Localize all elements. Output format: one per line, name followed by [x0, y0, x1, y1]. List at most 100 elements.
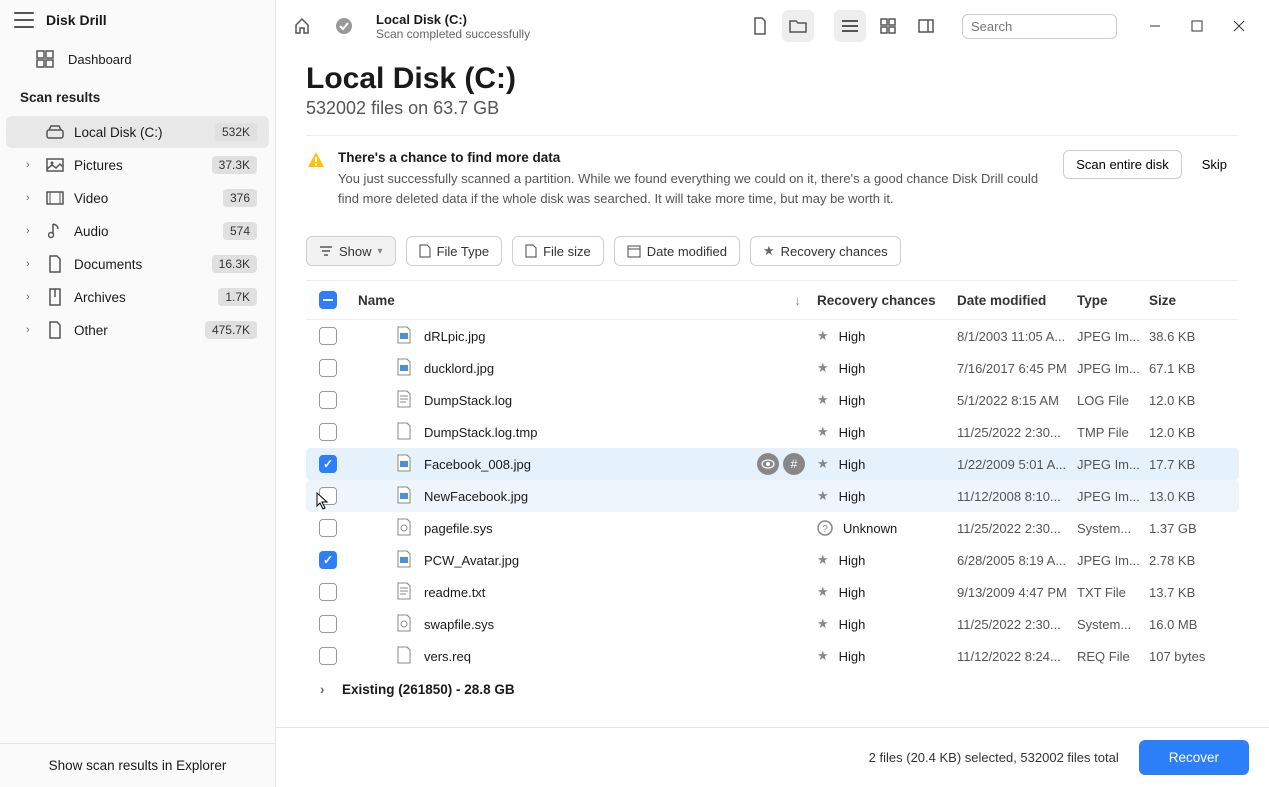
preview-icon[interactable]: [757, 453, 779, 475]
recovery-value: High: [839, 489, 866, 504]
folder-view-button[interactable]: [782, 10, 814, 42]
svg-text:?: ?: [822, 524, 828, 535]
table-row[interactable]: vers.req ★High 11/12/2022 8:24... REQ Fi…: [306, 640, 1239, 672]
recovery-chances-filter[interactable]: ★Recovery chances: [750, 236, 901, 266]
sidebar-item-label: Documents: [74, 257, 202, 272]
list-view-button[interactable]: [834, 10, 866, 42]
row-checkbox[interactable]: [319, 391, 337, 409]
col-size[interactable]: Size: [1149, 293, 1239, 308]
dashboard-link[interactable]: Dashboard: [0, 40, 275, 82]
star-icon: ★: [817, 552, 829, 568]
table-row[interactable]: DumpStack.log.tmp ★High 11/25/2022 2:30.…: [306, 416, 1239, 448]
close-button[interactable]: [1219, 10, 1259, 42]
hex-icon[interactable]: #: [783, 453, 805, 475]
size-value: 107 bytes: [1149, 649, 1239, 664]
file-icon: [396, 646, 414, 666]
sidebar-item-pictures[interactable]: › Pictures 37.3K: [6, 149, 269, 181]
file-name: swapfile.sys: [424, 617, 494, 632]
show-filter[interactable]: Show ▾: [306, 236, 396, 266]
table-row[interactable]: NewFacebook.jpg ★High 11/12/2008 8:10...…: [306, 480, 1239, 512]
date-modified-filter[interactable]: Date modified: [614, 236, 740, 266]
col-name[interactable]: Name↓: [350, 293, 817, 308]
sidebar-item-video[interactable]: › Video 376: [6, 182, 269, 214]
file-type-filter[interactable]: File Type: [406, 236, 503, 266]
row-checkbox[interactable]: [319, 327, 337, 345]
recovery-value: High: [839, 585, 866, 600]
select-all-checkbox[interactable]: [319, 291, 337, 309]
sidebar-item-documents[interactable]: › Documents 16.3K: [6, 248, 269, 280]
file-table: Name↓ Recovery chances Date modified Typ…: [306, 280, 1239, 707]
table-row[interactable]: pagefile.sys ?Unknown 11/25/2022 2:30...…: [306, 512, 1239, 544]
row-checkbox[interactable]: [319, 455, 337, 473]
file-icon: [396, 422, 414, 442]
table-row[interactable]: dRLpic.jpg ★High 8/1/2003 11:05 A... JPE…: [306, 320, 1239, 352]
sidebar-item-label: Audio: [74, 224, 213, 239]
home-button[interactable]: [286, 10, 318, 42]
size-value: 38.6 KB: [1149, 329, 1239, 344]
table-row[interactable]: Facebook_008.jpg # ★High 1/22/2009 5:01 …: [306, 448, 1239, 480]
sidebar: Disk Drill Dashboard Scan results Local …: [0, 0, 276, 787]
sidebar-item-local-disk-c-[interactable]: Local Disk (C:) 532K: [6, 116, 269, 148]
footer: 2 files (20.4 KB) selected, 532002 files…: [276, 727, 1269, 787]
star-icon: ★: [817, 456, 829, 472]
file-name: readme.txt: [424, 585, 485, 600]
search-box[interactable]: [962, 14, 1117, 39]
show-in-explorer[interactable]: Show scan results in Explorer: [0, 743, 275, 787]
size-value: 12.0 KB: [1149, 393, 1239, 408]
panel-view-button[interactable]: [910, 10, 942, 42]
filter-icon: [319, 245, 333, 257]
app-title: Disk Drill: [46, 12, 107, 28]
grid-view-button[interactable]: [872, 10, 904, 42]
titlebar-subtitle: Scan completed successfully: [376, 27, 530, 41]
size-value: 13.0 KB: [1149, 489, 1239, 504]
row-checkbox[interactable]: [319, 359, 337, 377]
row-checkbox[interactable]: [319, 647, 337, 665]
recover-button[interactable]: Recover: [1139, 740, 1249, 775]
col-type[interactable]: Type: [1077, 293, 1149, 308]
sidebar-item-other[interactable]: › Other 475.7K: [6, 314, 269, 346]
file-name: ducklord.jpg: [424, 361, 494, 376]
minimize-button[interactable]: [1135, 10, 1175, 42]
file-name: Facebook_008.jpg: [424, 457, 531, 472]
file-icon: [396, 550, 414, 570]
doc-view-button[interactable]: [744, 10, 776, 42]
scan-entire-disk-button[interactable]: Scan entire disk: [1063, 150, 1182, 179]
group-row[interactable]: › Existing (261850) - 28.8 GB: [306, 672, 1239, 707]
col-recovery[interactable]: Recovery chances: [817, 293, 957, 308]
row-checkbox[interactable]: [319, 487, 337, 505]
recovery-value: Unknown: [843, 521, 897, 536]
table-row[interactable]: PCW_Avatar.jpg ★High 6/28/2005 8:19 A...…: [306, 544, 1239, 576]
hamburger-icon[interactable]: [14, 12, 34, 28]
row-checkbox[interactable]: [319, 519, 337, 537]
search-input[interactable]: [971, 19, 1147, 34]
table-row[interactable]: ducklord.jpg ★High 7/16/2017 6:45 PM JPE…: [306, 352, 1239, 384]
file-name: vers.req: [424, 649, 471, 664]
maximize-button[interactable]: [1177, 10, 1217, 42]
row-checkbox[interactable]: [319, 551, 337, 569]
type-value: JPEG Im...: [1077, 489, 1149, 504]
recovery-value: High: [839, 425, 866, 440]
file-name: DumpStack.log.tmp: [424, 425, 537, 440]
sidebar-item-archives[interactable]: › Archives 1.7K: [6, 281, 269, 313]
file-name: dRLpic.jpg: [424, 329, 485, 344]
sidebar-item-label: Other: [74, 323, 195, 338]
table-row[interactable]: swapfile.sys ★High 11/25/2022 2:30... Sy…: [306, 608, 1239, 640]
archive-icon: [46, 288, 64, 306]
file-size-filter[interactable]: File size: [512, 236, 604, 266]
table-row[interactable]: readme.txt ★High 9/13/2009 4:47 PM TXT F…: [306, 576, 1239, 608]
titlebar: Local Disk (C:) Scan completed successfu…: [276, 0, 1269, 52]
sidebar-item-audio[interactable]: › Audio 574: [6, 215, 269, 247]
help-icon: ?: [817, 520, 833, 536]
row-checkbox[interactable]: [319, 615, 337, 633]
star-icon: ★: [817, 424, 829, 440]
size-value: 67.1 KB: [1149, 361, 1239, 376]
size-value: 12.0 KB: [1149, 425, 1239, 440]
col-date[interactable]: Date modified: [957, 293, 1077, 308]
row-checkbox[interactable]: [319, 423, 337, 441]
chevron-right-icon: ›: [26, 291, 36, 303]
skip-button[interactable]: Skip: [1190, 150, 1239, 179]
table-row[interactable]: DumpStack.log ★High 5/1/2022 8:15 AM LOG…: [306, 384, 1239, 416]
row-checkbox[interactable]: [319, 583, 337, 601]
dashboard-label: Dashboard: [68, 52, 132, 67]
star-icon: ★: [817, 360, 829, 376]
